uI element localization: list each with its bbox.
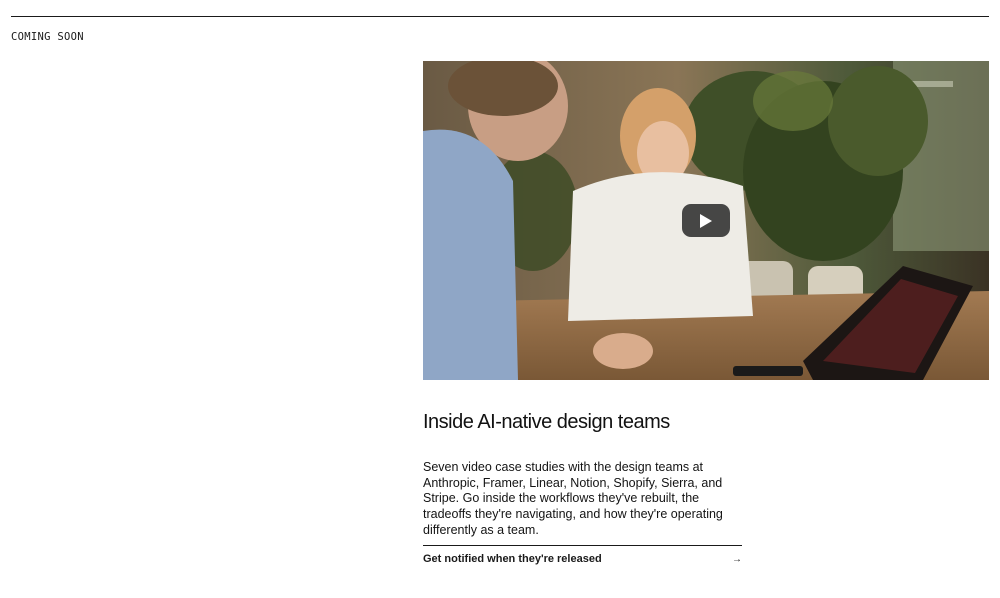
arrow-right-icon: → <box>732 553 742 565</box>
cta-divider <box>423 545 742 546</box>
feature-description: Seven video case studies with the design… <box>423 460 723 537</box>
video-player[interactable] <box>423 61 989 380</box>
top-divider <box>11 16 989 17</box>
play-icon <box>700 213 712 228</box>
get-notified-label: Get notified when they're released <box>423 553 602 565</box>
get-notified-link[interactable]: Get notified when they're released → <box>423 551 742 567</box>
feature-title: Inside AI-native design teams <box>423 411 670 433</box>
play-button[interactable] <box>682 204 730 237</box>
coming-soon-label: COMING SOON <box>11 31 84 43</box>
